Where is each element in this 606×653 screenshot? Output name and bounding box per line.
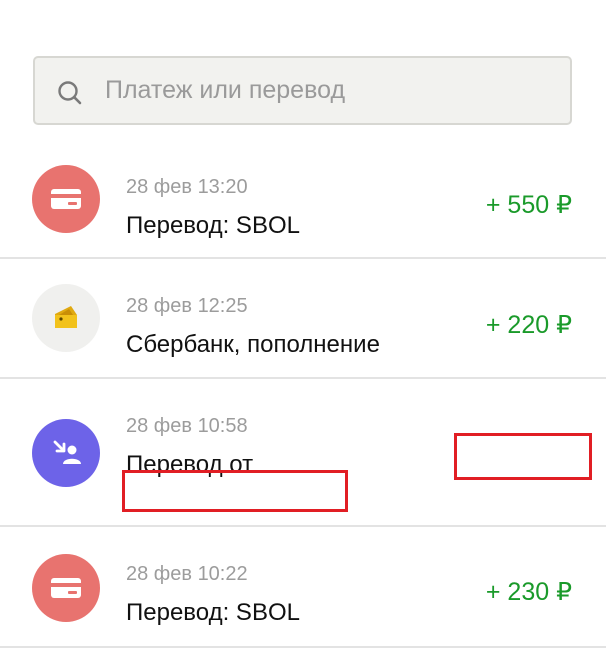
transaction-title: Перевод: SBOL xyxy=(126,599,300,626)
search-input[interactable] xyxy=(105,58,555,123)
transaction-amount: + 550 ₽ xyxy=(485,191,572,219)
search-icon xyxy=(58,81,82,105)
transaction-row[interactable]: 28 фев 10:22 Перевод: SBOL + 230 ₽ xyxy=(0,527,606,647)
card-icon xyxy=(32,165,100,233)
incoming-transfer-icon xyxy=(32,419,100,487)
screen: 28 фев 13:20 Перевод: SBOL + 550 ₽ 28 фе… xyxy=(0,0,606,653)
transaction-row[interactable]: 28 фев 13:20 Перевод: SBOL + 550 ₽ xyxy=(0,140,606,257)
transaction-amount: + 230 ₽ xyxy=(485,578,572,606)
card-icon xyxy=(32,554,100,622)
transaction-title: Перевод: SBOL xyxy=(126,212,300,239)
wallet-icon xyxy=(32,284,100,352)
search-bar[interactable] xyxy=(33,56,572,125)
transaction-title: Сбербанк, пополнение xyxy=(126,331,380,358)
transaction-date: 28 фев 10:22 xyxy=(126,563,248,585)
divider xyxy=(0,646,606,648)
transaction-amount: + 220 ₽ xyxy=(485,311,572,339)
transaction-date: 28 фев 10:58 xyxy=(126,415,248,437)
transaction-row[interactable]: 28 фев 12:25 Сбербанк, пополнение + 220 … xyxy=(0,259,606,377)
transaction-date: 28 фев 13:20 xyxy=(126,176,248,198)
redaction-box-amount xyxy=(454,433,592,480)
redaction-box-sender xyxy=(122,470,348,512)
transaction-date: 28 фев 12:25 xyxy=(126,295,248,317)
